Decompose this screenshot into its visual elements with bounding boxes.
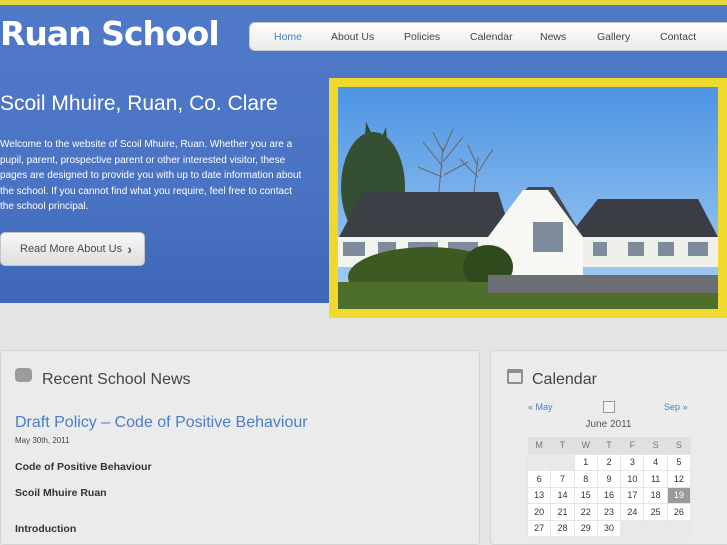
chevron-right-icon: ›	[127, 241, 132, 257]
calendar-day-cell[interactable]: 21	[550, 503, 575, 521]
calendar-day-cell[interactable]: 2	[596, 453, 622, 471]
calendar-day-cell[interactable]: 12	[666, 470, 692, 488]
news-post-title-link[interactable]: Draft Policy – Code of Positive Behaviou…	[15, 414, 308, 432]
news-line-3: Introduction	[15, 523, 77, 535]
calendar-empty-cell	[643, 519, 668, 537]
weekday-header: T	[550, 437, 575, 454]
calendar-day-cell[interactable]: 14	[550, 486, 575, 504]
weekday-header: S	[643, 437, 668, 454]
calendar-week-row: 6 7 8 9 10 11 12	[526, 470, 692, 488]
weekday-header: W	[574, 437, 598, 454]
calendar-heading: Calendar	[532, 371, 597, 388]
calendar-week-row: 27 28 29 30	[526, 519, 692, 537]
calendar-empty-cell	[620, 519, 645, 537]
news-heading: Recent School News	[42, 371, 191, 388]
calendar-day-cell[interactable]: 7	[550, 470, 575, 488]
calendar-day-cell[interactable]: 16	[596, 486, 622, 504]
calendar-day-cell[interactable]: 17	[620, 486, 645, 504]
calendar-next-link[interactable]: Sep »	[664, 402, 688, 412]
hero-intro-text: Welcome to the website of Scoil Mhuire, …	[0, 139, 302, 212]
calendar-week-row: 13 14 15 16 17 18 19	[526, 486, 692, 504]
nav-item-policies[interactable]: Policies	[404, 31, 440, 43]
nav-item-news[interactable]: News	[540, 31, 566, 43]
calendar-month-label: June 2011	[585, 419, 632, 430]
calendar-day-cell[interactable]: 15	[573, 486, 598, 504]
calendar-day-cell[interactable]: 29	[573, 519, 598, 537]
calendar-day-cell[interactable]: 23	[596, 503, 622, 521]
calendar-day-cell[interactable]: 25	[643, 503, 668, 521]
calendar-week-row: 20 21 22 23 24 25 26	[526, 503, 692, 521]
school-photo	[338, 87, 718, 309]
calendar-prev-link[interactable]: « May	[528, 402, 553, 412]
weekday-header: M	[527, 437, 551, 454]
calendar-day-cell[interactable]: 26	[666, 503, 692, 521]
nav-item-home[interactable]: Home	[274, 31, 302, 43]
calendar-day-cell[interactable]: 28	[550, 519, 575, 537]
news-line-1: Code of Positive Behaviour	[15, 461, 152, 473]
weekday-header: T	[597, 437, 621, 454]
news-post-date: May 30th, 2011	[15, 436, 70, 445]
calendar-day-cell[interactable]: 5	[666, 453, 692, 471]
news-line-2: Scoil Mhuire Ruan	[15, 487, 107, 499]
calendar-empty-cell	[526, 453, 552, 471]
calendar-day-cell[interactable]: 9	[596, 470, 622, 488]
hero-tagline: Scoil Mhuire, Ruan, Co. Clare	[0, 92, 278, 115]
main-navigation: Home About Us Policies Calendar News Gal…	[249, 22, 727, 51]
nav-item-gallery[interactable]: Gallery	[597, 31, 630, 43]
read-more-label: Read More About Us	[20, 243, 123, 255]
weekday-header: S	[667, 437, 691, 454]
site-logo[interactable]: Ruan School	[0, 14, 220, 53]
calendar-empty-cell	[666, 519, 692, 537]
calendar-day-cell[interactable]: 24	[620, 503, 645, 521]
calendar-day-cell[interactable]: 11	[643, 470, 668, 488]
nav-item-contact[interactable]: Contact	[660, 31, 696, 43]
nav-item-about-us[interactable]: About Us	[331, 31, 374, 43]
calendar-day-cell[interactable]: 19	[666, 486, 692, 504]
calendar-day-cell[interactable]: 6	[526, 470, 552, 488]
calendar-day-cell[interactable]: 13	[526, 486, 552, 504]
read-more-button[interactable]: Read More About Us ›	[0, 232, 145, 266]
calendar-day-cell[interactable]: 18	[643, 486, 668, 504]
calendar-day-cell[interactable]: 8	[573, 470, 598, 488]
calendar-day-cell[interactable]: 30	[596, 519, 622, 537]
rss-feed-icon[interactable]	[603, 401, 615, 413]
calendar-day-cell[interactable]: 10	[620, 470, 645, 488]
weekday-header: F	[620, 437, 644, 454]
calendar-week-row: 12345	[526, 453, 692, 471]
calendar-day-cell[interactable]: 27	[526, 519, 552, 537]
calendar-empty-cell	[550, 453, 575, 471]
calendar-grid: M T W T F S S 1 2 3 4 5 6 7 8 9 10 11 12 13 14 15 16 17 1…	[526, 437, 692, 537]
calendar-day-cell[interactable]: 22	[573, 503, 598, 521]
school-photo-frame	[329, 78, 727, 318]
calendar-icon	[507, 369, 523, 384]
speech-bubble-icon	[15, 368, 32, 382]
calendar-day-cell[interactable]: 4	[643, 453, 668, 471]
calendar-day-cell[interactable]: 3	[620, 453, 645, 471]
calendar-day-cell[interactable]: 20	[526, 503, 552, 521]
calendar-day-cell[interactable]: 1	[573, 453, 598, 471]
nav-item-calendar[interactable]: Calendar	[470, 31, 513, 43]
